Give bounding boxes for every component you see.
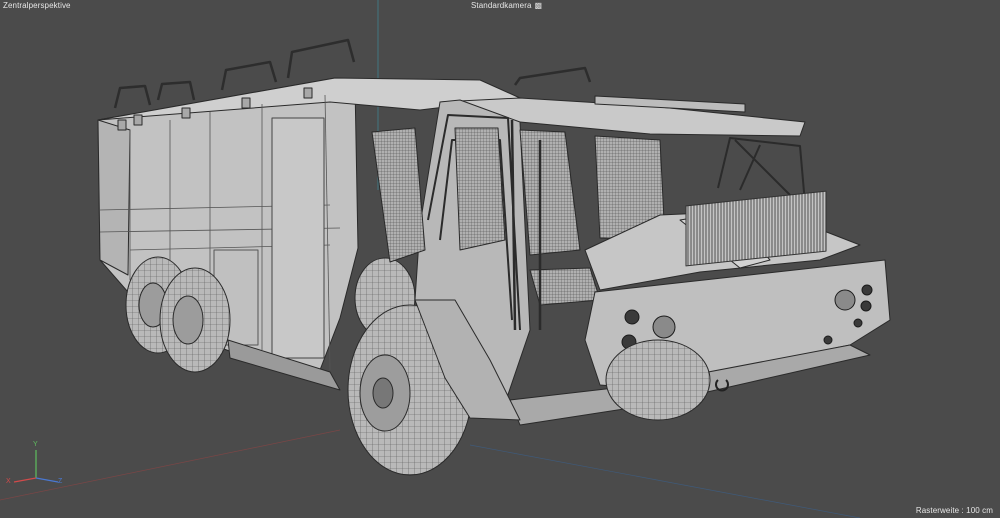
front-wheel-right: [605, 339, 711, 421]
camera-selector[interactable]: Standardkamera ▩: [471, 1, 542, 10]
projection-mode-label[interactable]: Zentralperspektive: [3, 1, 71, 10]
grid-size-label: Rasterweite : 100 cm: [915, 506, 993, 515]
axis-x-label: X: [6, 478, 11, 485]
rear-wheel-2: [159, 267, 231, 373]
vehicle-model[interactable]: [97, 38, 891, 476]
3d-viewport[interactable]: Zentralperspektive Standardkamera ▩ Raste…: [0, 0, 1000, 518]
camera-icon[interactable]: ▩: [535, 1, 543, 10]
axis-z-label: Z: [58, 478, 63, 485]
body-rear-face: [97, 119, 131, 276]
camera-label: Standardkamera: [471, 1, 532, 10]
axis-y-label: Y: [33, 441, 38, 448]
viewport-scene[interactable]: [0, 0, 1000, 518]
body-door: [271, 117, 325, 359]
axis-gizmo: [13, 450, 59, 483]
